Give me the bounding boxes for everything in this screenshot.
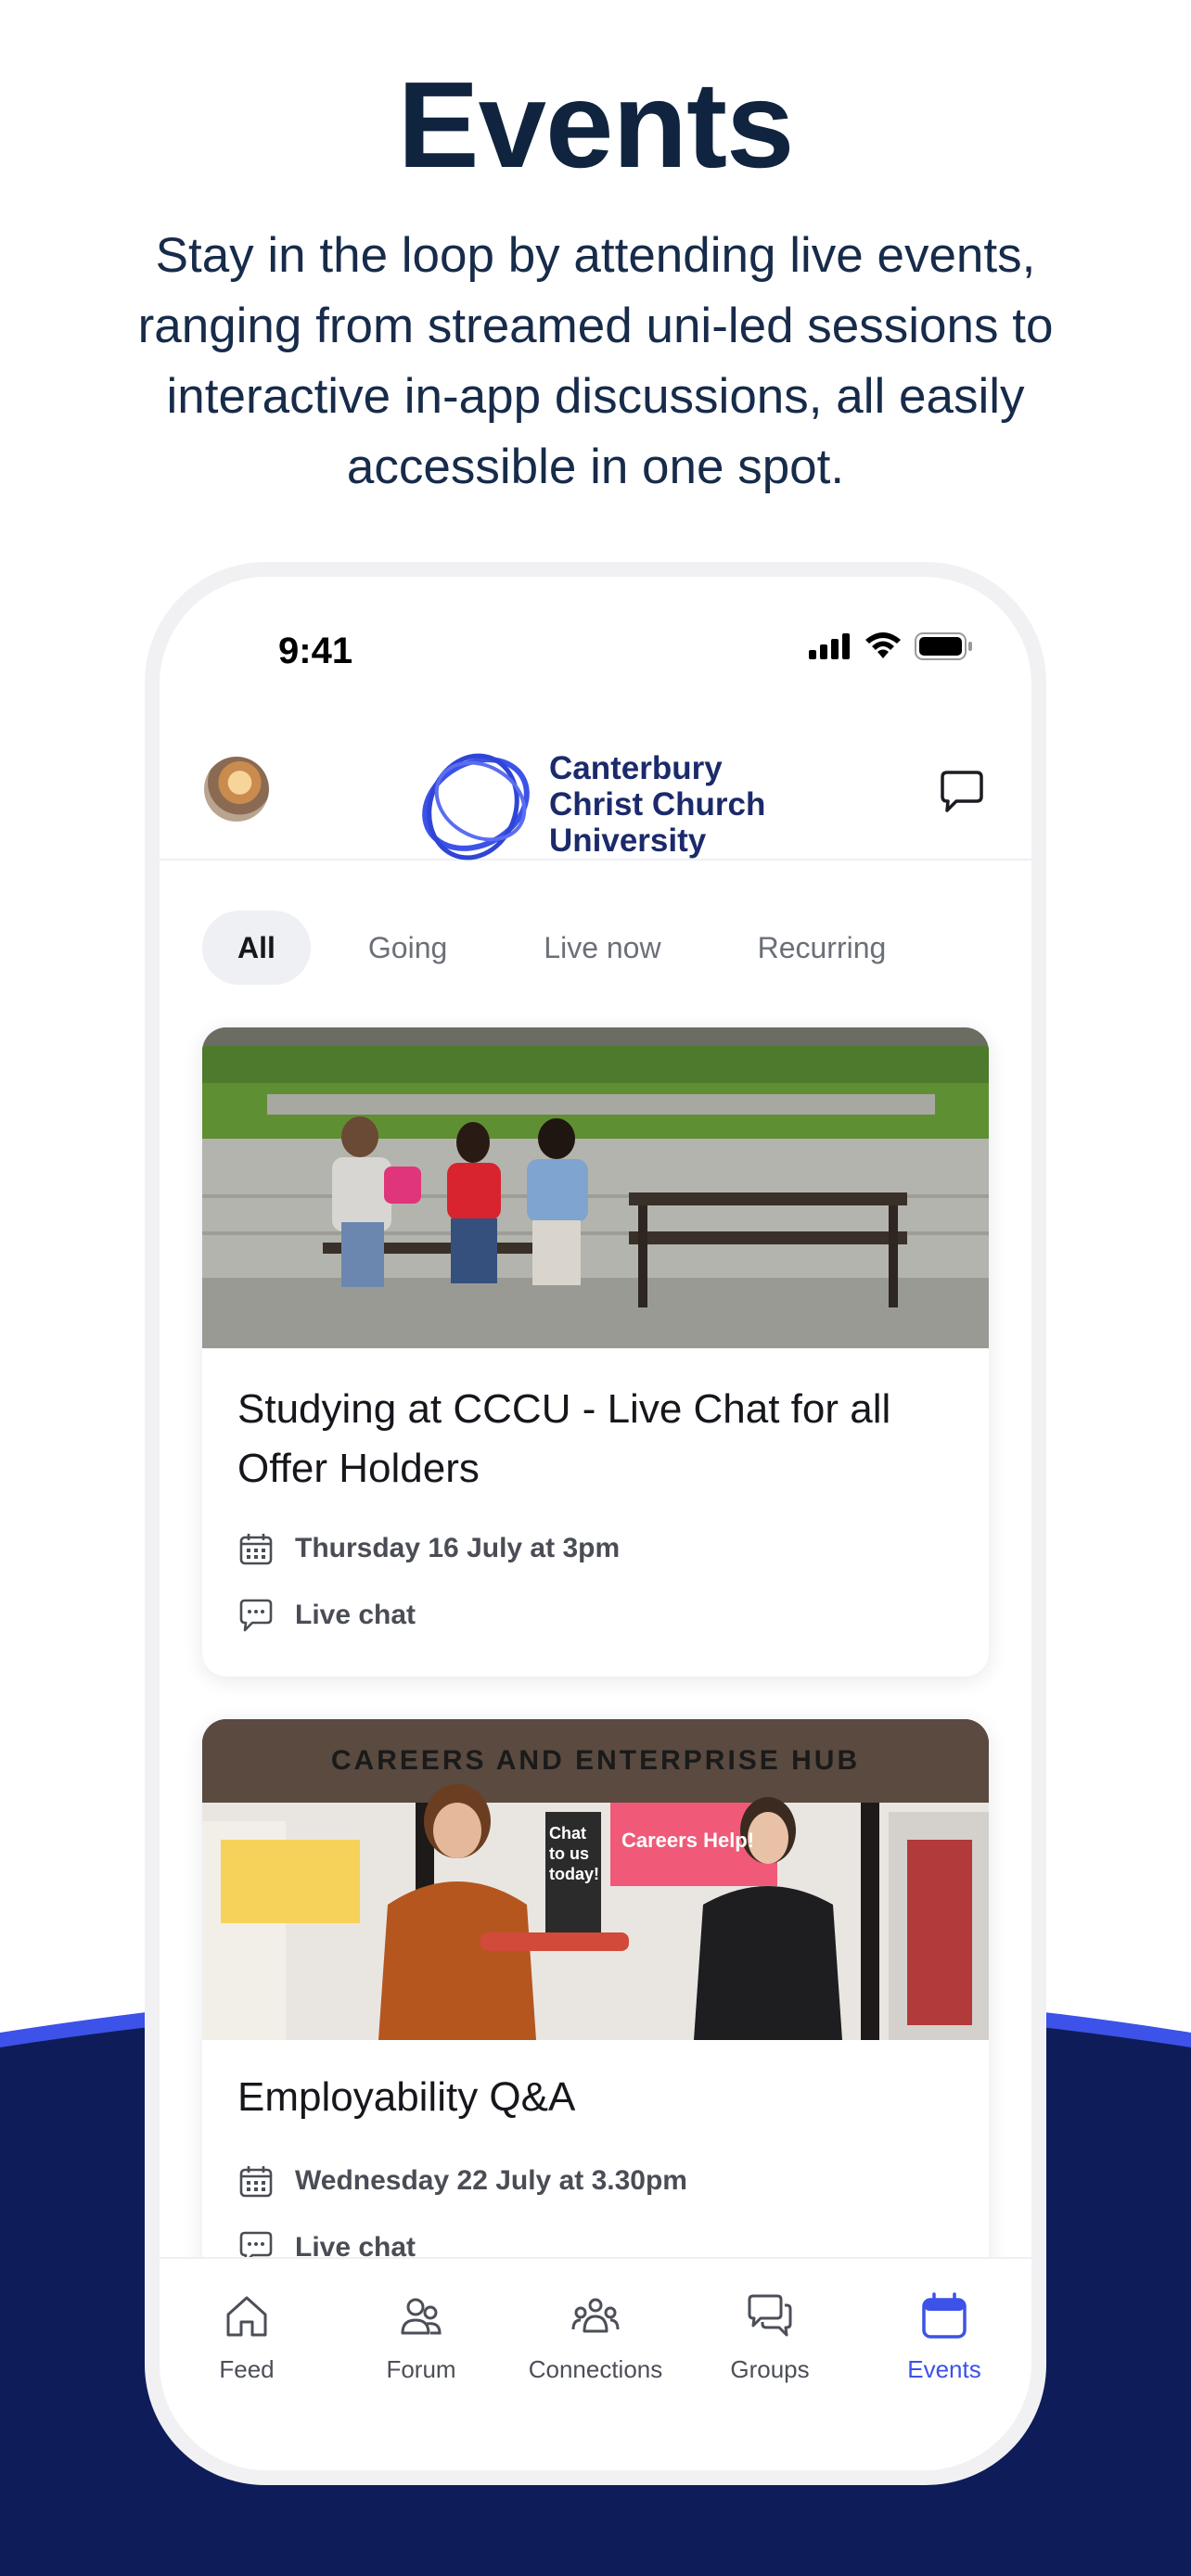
filter-tabs: All Going Live now Recurring xyxy=(202,911,947,985)
event-photo-careers: CAREERS AND ENTERPRISE HUB Chat to us to… xyxy=(202,1719,989,2040)
tab-recurring[interactable]: Recurring xyxy=(723,911,922,985)
page-subtitle: Stay in the loop by attending live event… xyxy=(137,228,1054,494)
messages-icon[interactable] xyxy=(937,768,987,818)
calendar-icon xyxy=(239,1534,273,1565)
nav-item-groups[interactable]: Groups xyxy=(683,2290,857,2384)
event-type: Live chat xyxy=(237,1597,416,1634)
event-date-text: Wednesday 22 July at 3.30pm xyxy=(295,2165,687,2196)
signal-icon xyxy=(809,633,850,659)
event-photo-students xyxy=(202,1027,989,1348)
event-title[interactable]: Studying at CCCU - Live Chat for all Off… xyxy=(237,1380,961,1498)
page-headline: Events xyxy=(397,57,795,193)
nav-label-groups: Groups xyxy=(730,2355,810,2383)
logo-line-1: Canterbury xyxy=(549,749,723,786)
university-logo: Canterbury Christ Church University xyxy=(416,744,765,864)
battery-icon xyxy=(915,632,972,660)
logo-line-2: Christ Church xyxy=(549,785,766,823)
user-avatar[interactable] xyxy=(204,757,269,822)
event-title[interactable]: Employability Q&A xyxy=(237,2068,961,2127)
bottom-nav: Feed Forum Connections Groups Events xyxy=(160,2257,1031,2470)
nav-item-connections[interactable]: Connections xyxy=(508,2290,683,2384)
chat-bubble-icon xyxy=(239,1599,273,1632)
connections-icon xyxy=(571,2298,620,2333)
app-header: Canterbury Christ Church University xyxy=(160,725,1031,861)
status-time: 9:41 xyxy=(278,631,353,671)
nav-label-connections: Connections xyxy=(528,2355,663,2383)
nav-item-forum[interactable]: Forum xyxy=(334,2290,508,2384)
tab-going[interactable]: Going xyxy=(333,911,482,985)
event-date: Thursday 16 July at 3pm xyxy=(237,1530,620,1567)
tab-all[interactable]: All xyxy=(202,911,311,985)
careers-signage: CAREERS AND ENTERPRISE HUB xyxy=(330,1745,861,1776)
status-icons xyxy=(809,632,974,660)
careers-screen-text: Careers Help! xyxy=(621,1829,755,1852)
phone-frame: 9:41 Canterbury Christ Church University… xyxy=(145,562,1046,2485)
nav-label-forum: Forum xyxy=(386,2355,456,2383)
event-card[interactable]: Studying at CCCU - Live Chat for all Off… xyxy=(202,1027,989,1677)
groups-chat-icon xyxy=(748,2294,792,2337)
home-icon xyxy=(226,2296,267,2337)
nav-item-events[interactable]: Events xyxy=(857,2290,1031,2384)
event-date: Wednesday 22 July at 3.30pm xyxy=(237,2162,687,2200)
people-icon xyxy=(401,2298,442,2335)
calendar-icon xyxy=(239,2166,273,2198)
wifi-icon xyxy=(865,632,901,658)
nav-item-feed[interactable]: Feed xyxy=(160,2290,334,2384)
tab-live-now[interactable]: Live now xyxy=(508,911,696,985)
logo-line-3: University xyxy=(549,822,707,859)
nav-label-feed: Feed xyxy=(219,2355,275,2383)
logo-rings-icon xyxy=(422,753,530,861)
chat-board-sign: Chat to us today! xyxy=(549,1824,599,1883)
event-type-text: Live chat xyxy=(295,1600,416,1630)
nav-label-events: Events xyxy=(907,2355,981,2383)
phone-screen: 9:41 Canterbury Christ Church University… xyxy=(160,577,1031,2470)
calendar-icon xyxy=(922,2292,967,2339)
event-date-text: Thursday 16 July at 3pm xyxy=(295,1533,621,1563)
